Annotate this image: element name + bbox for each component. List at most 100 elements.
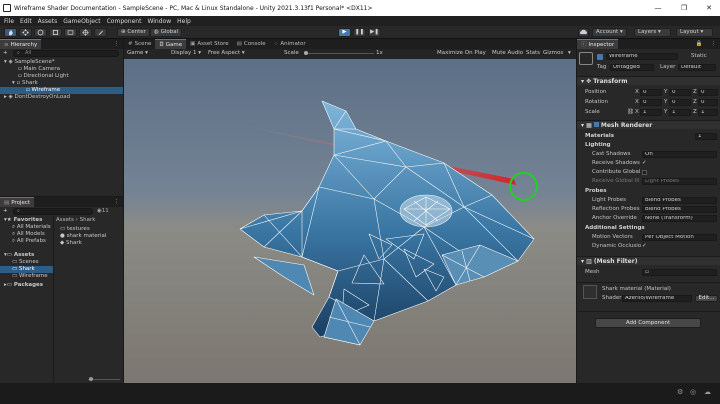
icon-size-slider-handle[interactable] (89, 377, 93, 381)
minimize-button[interactable]: — (645, 0, 671, 16)
project-tree-item[interactable]: ▭ Wireframe (12, 273, 48, 280)
shader-dropdown[interactable]: Azerilo/Wireframe (622, 295, 692, 302)
tab-console[interactable]: ▤ Console (233, 39, 270, 49)
dynamic-occlusion-checkbox[interactable]: ✓ (642, 243, 647, 250)
rotation-z-field[interactable]: 0 (698, 99, 718, 106)
game-viewport[interactable] (124, 59, 576, 383)
project-file-item[interactable]: ● shark material (60, 233, 106, 240)
menu-help[interactable]: Help (177, 18, 191, 25)
project-menu-icon[interactable]: ⋮ (110, 197, 124, 207)
position-x-field[interactable]: 0 (640, 89, 662, 96)
mesh-renderer-header[interactable]: ▾ ▦ Mesh Renderer (577, 120, 720, 129)
project-tree-item[interactable]: ⌕ All Models (12, 231, 45, 238)
shader-edit-button[interactable]: Edit... (695, 295, 718, 302)
scale-tool-button[interactable] (49, 28, 62, 37)
rotation-x-field[interactable]: 0 (640, 99, 662, 106)
rect-tool-button[interactable] (64, 28, 77, 37)
tab-asset-store[interactable]: ▣ Asset Store (186, 39, 233, 49)
gizmos-dropdown[interactable]: Gizmos (543, 50, 563, 57)
tab-project[interactable]: ▤ Project (0, 197, 35, 207)
project-tree-item-selected[interactable]: ▭ Shark (0, 266, 54, 273)
move-tool-button[interactable] (19, 28, 32, 37)
menu-gameobject[interactable]: GameObject (63, 18, 100, 25)
inspector-menu-icon[interactable]: ⋮ (707, 39, 720, 49)
contribute-gi-checkbox[interactable] (642, 170, 647, 175)
game-display-dropdown[interactable]: Game ▾ (127, 50, 148, 57)
project-tree-item[interactable]: ▾★ Favorites (4, 217, 42, 224)
hierarchy-search-input[interactable]: ⌕ All (13, 50, 119, 57)
static-toggle[interactable]: Static (691, 53, 707, 60)
display-select[interactable]: Display 1 ▾ (171, 50, 201, 57)
project-file-item[interactable]: ▭ textures (60, 226, 90, 233)
lock-icon[interactable]: 🔒 (692, 39, 707, 49)
hierarchy-item[interactable]: ▾ ◈ SampleScene* (0, 59, 123, 66)
play-button[interactable]: ▶ (338, 28, 351, 37)
menu-assets[interactable]: Assets (38, 18, 58, 25)
object-name-input[interactable]: Wireframe (606, 53, 678, 60)
menu-file[interactable]: File (4, 18, 14, 25)
tab-game[interactable]: ◘ Game (155, 39, 187, 49)
breadcrumb-shark[interactable]: Shark (80, 217, 96, 223)
project-file-item[interactable]: ◆ Shark (60, 240, 82, 247)
cloud-button[interactable] (578, 28, 589, 37)
receive-gi-dropdown[interactable]: Light Probes (642, 178, 717, 185)
tag-dropdown[interactable]: Untagged (610, 64, 654, 71)
tab-scene[interactable]: # Scene (124, 39, 155, 49)
light-probes-dropdown[interactable]: Blend Probes (642, 197, 717, 204)
hierarchy-item[interactable]: ▫ Main Camera (0, 66, 123, 73)
add-component-button[interactable]: Add Component (595, 318, 701, 328)
layer-dropdown[interactable]: Default (678, 64, 716, 71)
active-checkbox[interactable] (597, 54, 603, 60)
project-tree-item[interactable]: ⌕ All Prefabs (12, 238, 46, 245)
chevron-down-icon[interactable]: ▾ (568, 50, 571, 57)
cast-shadows-dropdown[interactable]: On (642, 151, 717, 158)
hierarchy-item[interactable]: ▾ ▫ Shark (0, 80, 123, 87)
maximize-on-play-toggle[interactable]: Maximize On Play (437, 50, 486, 57)
menu-component[interactable]: Component (107, 18, 142, 25)
mute-audio-toggle[interactable]: Mute Audio (492, 50, 523, 57)
tab-hierarchy[interactable]: ≡ Hierarchy (0, 39, 42, 49)
account-dropdown[interactable]: Account ▾ (592, 28, 627, 37)
project-tree-item[interactable]: ▸▭ Packages (4, 282, 43, 289)
rotation-y-field[interactable]: 0 (669, 99, 691, 106)
hand-tool-button[interactable] (4, 28, 17, 37)
project-tree-item[interactable]: ▭ Scenes (12, 259, 39, 266)
layers-dropdown[interactable]: Layers ▾ (634, 28, 671, 37)
materials-count-field[interactable]: 1 (695, 133, 717, 140)
debug-icon[interactable]: ◎ (690, 388, 696, 396)
hierarchy-menu-icon[interactable]: ⋮ (110, 39, 124, 49)
breadcrumb-assets[interactable]: Assets (56, 217, 74, 223)
mesh-filter-header[interactable]: ▾ ▥ (Mesh Filter) (577, 256, 720, 265)
materials-foldout[interactable]: Materials (585, 133, 614, 140)
maximize-button[interactable]: ❐ (671, 0, 697, 16)
scale-slider[interactable] (304, 53, 374, 54)
position-z-field[interactable]: 0 (698, 89, 718, 96)
pivot-global-button[interactable]: ◍ Global (150, 28, 183, 37)
additional-settings-foldout[interactable]: Additional Settings (585, 225, 645, 232)
tab-inspector[interactable]: ⓘ Inspector (577, 39, 619, 49)
menu-edit[interactable]: Edit (20, 18, 32, 25)
mesh-field[interactable]: ▫ (642, 269, 717, 276)
project-search-input[interactable]: ⌕ (13, 208, 93, 215)
reflection-probes-dropdown[interactable]: Blend Probes (642, 206, 717, 213)
tab-animator[interactable]: ⁘ Animator (270, 39, 310, 49)
scale-slider-handle[interactable] (304, 51, 308, 55)
mesh-renderer-checkbox[interactable] (593, 122, 599, 127)
transform-tool-button[interactable] (79, 28, 92, 37)
step-button[interactable]: ▶❚ (368, 28, 381, 37)
project-tree-item[interactable]: ▾▭ Assets (4, 252, 34, 259)
pause-button[interactable]: ❚❚ (353, 28, 366, 37)
probes-foldout[interactable]: Probes (585, 188, 606, 195)
hierarchy-item[interactable]: ▸ ◈ DontDestroyOnLoad (0, 94, 123, 101)
hierarchy-add-button[interactable]: + (3, 50, 8, 57)
custom-tool-button[interactable] (94, 28, 107, 37)
scale-z-field[interactable]: 1 (698, 109, 718, 116)
rotate-tool-button[interactable] (34, 28, 47, 37)
transform-header[interactable]: ▾ ✥ Transform (577, 76, 720, 85)
project-tree-item[interactable]: ⌕ All Materials (12, 224, 51, 231)
receive-shadows-checkbox[interactable]: ✓ (642, 160, 647, 167)
layout-dropdown[interactable]: Layout ▾ (676, 28, 713, 37)
scale-x-field[interactable]: 1 (640, 109, 662, 116)
aspect-select[interactable]: Free Aspect ▾ (208, 50, 245, 57)
hierarchy-item-selected[interactable]: ▫ Wireframe (0, 87, 123, 94)
